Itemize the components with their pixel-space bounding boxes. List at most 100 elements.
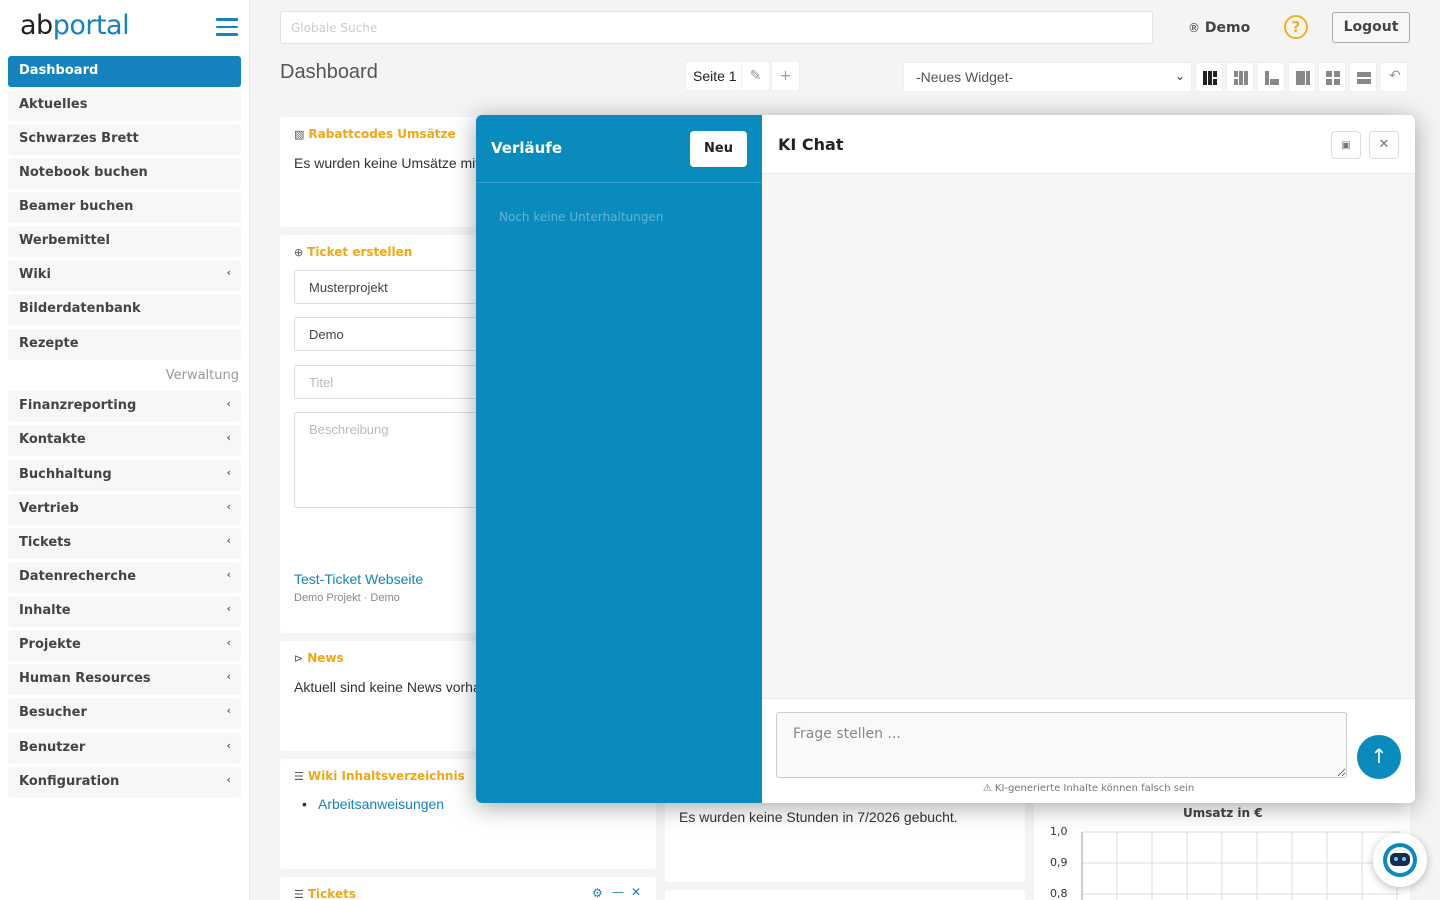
sidebar-item-notebook-buchen[interactable]: Notebook buchen — [8, 158, 241, 189]
sidebar-item-dashboard[interactable]: Dashboard — [8, 56, 241, 87]
chevron-left-icon: ‹ — [226, 266, 231, 279]
chat-header: KI Chat ▣ ✕ — [762, 115, 1415, 174]
list-icon: ☰ — [294, 888, 304, 900]
wiki-item-link[interactable]: • Arbeitsanweisungen — [302, 796, 444, 812]
send-button[interactable]: ↑ — [1357, 735, 1401, 779]
sidebar-item-inhalte[interactable]: Inhalte ‹ — [8, 596, 241, 627]
undo-icon: ↶ — [1389, 68, 1401, 84]
flag-icon: ⊳ — [294, 652, 304, 665]
ki-chat-modal: Verläufe Neu Noch keine Unterhaltungen K… — [476, 115, 1415, 803]
add-page-button[interactable]: + — [771, 61, 800, 91]
sidebar: abportal Dashboard Aktuelles Schwarzes B… — [0, 0, 250, 900]
logout-button[interactable]: Logout — [1332, 12, 1410, 43]
sidebar-item-datenrecherche[interactable]: Datenrecherche ‹ — [8, 562, 241, 593]
robot-icon — [1383, 843, 1417, 877]
chart-title: Umsatz in € — [1183, 806, 1263, 820]
minimize-button[interactable]: ▣ — [1331, 131, 1361, 159]
widget-hours: Es wurden keine Stunden in 7/2026 gebuch… — [665, 790, 1025, 882]
close-icon: ✕ — [1378, 137, 1390, 152]
layout-grid-icon — [1234, 71, 1248, 85]
sidebar-item-beamer-buchen[interactable]: Beamer buchen — [8, 192, 241, 223]
y-tick-label: 0,8 — [1050, 887, 1068, 900]
user-icon: ® — [1188, 21, 1200, 35]
sidebar-item-aktuelles[interactable]: Aktuelles — [8, 90, 241, 121]
tab-page-1[interactable]: Seite 1 — [685, 61, 745, 91]
layout-grid-icon — [1203, 71, 1217, 85]
chevron-left-icon: ‹ — [226, 500, 231, 513]
chevron-left-icon: ‹ — [226, 466, 231, 479]
close-button[interactable]: ✕ — [1369, 131, 1399, 159]
new-widget-select[interactable]: -Neues Widget- ⌄ — [903, 62, 1192, 92]
description-field[interactable]: Beschreibung — [294, 412, 494, 508]
arrow-up-icon: ↑ — [1370, 744, 1388, 768]
history-panel: Verläufe Neu Noch keine Unterhaltungen — [476, 115, 762, 803]
sidebar-item-finanzreporting[interactable]: Finanzreporting ‹ — [8, 391, 241, 422]
page-title: Dashboard — [280, 61, 378, 83]
new-conversation-button[interactable]: Neu — [690, 131, 747, 167]
sidebar-item-projekte[interactable]: Projekte ‹ — [8, 630, 241, 661]
history-empty-text: Noch keine Unterhaltungen — [499, 210, 664, 224]
undo-button[interactable]: ↶ — [1380, 62, 1408, 92]
user-menu[interactable]: ® Demo — [1188, 20, 1250, 36]
chevron-left-icon: ‹ — [226, 431, 231, 444]
history-title: Verläufe — [491, 139, 563, 157]
logo[interactable]: abportal — [20, 10, 130, 41]
global-search-input[interactable] — [280, 11, 1153, 44]
chevron-down-icon: ⌄ — [1174, 69, 1185, 83]
layout-1-button[interactable] — [1195, 62, 1223, 92]
layout-4-button[interactable] — [1288, 62, 1316, 92]
layout-grid-icon — [1296, 71, 1310, 85]
sidebar-item-human-resources[interactable]: Human Resources ‹ — [8, 664, 241, 695]
y-tick-label: 0,9 — [1050, 856, 1068, 869]
layout-3-button[interactable] — [1257, 62, 1285, 92]
layout-grid-icon — [1326, 71, 1340, 85]
sidebar-item-buchhaltung[interactable]: Buchhaltung ‹ — [8, 460, 241, 491]
layout-2-button[interactable] — [1226, 62, 1254, 92]
settings-icon[interactable]: ⚙ — [592, 886, 603, 900]
sidebar-item-kontakte[interactable]: Kontakte ‹ — [8, 425, 241, 456]
chatbot-launcher-button[interactable] — [1373, 833, 1427, 887]
user-select[interactable]: Demo — [294, 317, 494, 351]
chevron-left-icon: ‹ — [226, 739, 231, 752]
sidebar-item-rezepte[interactable]: Rezepte — [8, 329, 241, 360]
help-icon[interactable]: ? — [1284, 15, 1308, 39]
edit-page-button[interactable]: ✎ — [741, 61, 770, 91]
menu-toggle-icon[interactable] — [216, 18, 238, 36]
pencil-icon: ✎ — [749, 68, 762, 84]
chevron-left-icon: ‹ — [226, 602, 231, 615]
sidebar-section-label: Verwaltung — [165, 368, 239, 383]
title-field[interactable]: Titel — [294, 365, 494, 399]
question-input[interactable] — [776, 712, 1347, 778]
divider — [476, 182, 762, 183]
layout-grid-icon — [1357, 71, 1371, 85]
window-icon: ▣ — [1341, 140, 1351, 151]
sidebar-item-konfiguration[interactable]: Konfiguration ‹ — [8, 767, 241, 798]
sidebar-item-tickets[interactable]: Tickets ‹ — [8, 528, 241, 559]
messages-area[interactable] — [762, 174, 1415, 699]
recent-ticket-meta: Demo Projekt · Demo — [294, 592, 400, 604]
chevron-left-icon: ‹ — [226, 534, 231, 547]
chevron-left-icon: ‹ — [226, 670, 231, 683]
widget-bottom — [665, 890, 1025, 900]
sidebar-item-besucher[interactable]: Besucher ‹ — [8, 698, 241, 729]
layout-6-button[interactable] — [1349, 62, 1377, 92]
sidebar-item-wiki[interactable]: Wiki ‹ — [8, 260, 241, 291]
sidebar-item-bilderdatenbank[interactable]: Bilderdatenbank — [8, 294, 241, 325]
sidebar-item-werbemittel[interactable]: Werbemittel — [8, 226, 241, 257]
chart-icon: ▧ — [294, 128, 305, 141]
list-icon: ☰ — [294, 770, 304, 783]
layout-5-button[interactable] — [1318, 62, 1346, 92]
recent-ticket-link[interactable]: Test-Ticket Webseite — [294, 571, 423, 587]
sidebar-item-schwarzes-brett[interactable]: Schwarzes Brett — [8, 124, 241, 155]
close-icon[interactable]: ✕ — [631, 885, 641, 899]
chevron-left-icon: ‹ — [226, 397, 231, 410]
sidebar-item-benutzer[interactable]: Benutzer ‹ — [8, 733, 241, 764]
widget-tickets: ☰ Tickets ⚙ — ✕ — [280, 877, 656, 900]
chevron-left-icon: ‹ — [226, 704, 231, 717]
chevron-left-icon: ‹ — [226, 636, 231, 649]
chevron-left-icon: ‹ — [226, 568, 231, 581]
sidebar-item-vertrieb[interactable]: Vertrieb ‹ — [8, 494, 241, 525]
plus-icon: + — [779, 68, 792, 84]
minimize-icon[interactable]: — — [612, 885, 624, 899]
project-select[interactable]: Musterprojekt — [294, 270, 494, 304]
